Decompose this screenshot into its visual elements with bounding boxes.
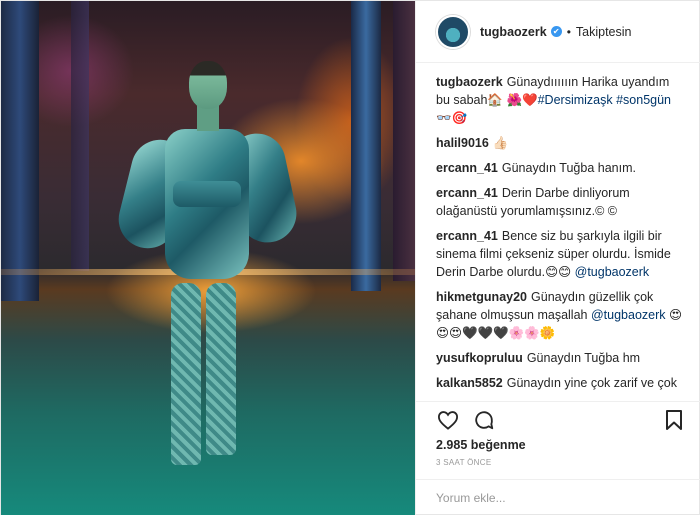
post-timestamp: 3 SAAT ÖNCE (436, 458, 492, 467)
comment-text: Günaydın Tuğba hanım. (501, 161, 636, 175)
comment-username[interactable]: halil9016 (436, 136, 489, 150)
comment-icon[interactable] (472, 408, 496, 432)
comment-item: ercann_41 Bence siz bu şarkıyla ilgili bi… (436, 227, 685, 281)
left-boot (171, 283, 201, 465)
action-icons (436, 404, 686, 436)
belt (173, 181, 241, 207)
person-figure (1, 1, 415, 515)
comment-item: yusufkopruluu Günaydın Tuğba hm (436, 349, 685, 367)
verified-badge-icon: ✔ (550, 26, 562, 37)
comment-text: 👍🏻 (492, 136, 509, 150)
comment-username[interactable]: kalkan5852 (436, 376, 503, 390)
comment-username[interactable]: hikmetgunay20 (436, 290, 527, 304)
comment-item: ercann_41 Günaydın Tuğba hanım. (436, 159, 685, 177)
heart-icon[interactable] (436, 408, 460, 432)
instagram-post: tugbaozerk ✔ • Takiptesin tugbaozerk Güna… (0, 0, 700, 515)
comment-item: kalkan5852 Günaydın yine çok zarif ve çok… (436, 374, 685, 393)
comment-username[interactable]: ercann_41 (436, 229, 498, 243)
right-boot (206, 283, 236, 455)
action-bar: 2.985 beğenme 3 SAAT ÖNCE (416, 401, 700, 467)
comment-item: ercann_41 Derin Darbe dinliyorum olağanüs… (436, 184, 685, 220)
like-count[interactable]: 2.985 beğenme (436, 438, 686, 452)
add-comment-bar (416, 479, 700, 515)
comment-list[interactable]: tugbaozerk Günaydıııııın Harika uyandım b… (416, 63, 700, 393)
comment-username[interactable]: tugbaozerk (436, 75, 503, 89)
mention-link[interactable]: @tugbaozerk (591, 308, 666, 322)
post-photo[interactable] (1, 1, 415, 515)
avatar[interactable] (436, 14, 470, 49)
post-header: tugbaozerk ✔ • Takiptesin (416, 1, 700, 63)
bookmark-icon[interactable] (662, 408, 686, 432)
comment-suffix: 👓🎯 (436, 111, 468, 125)
comment-username[interactable]: yusufkopruluu (436, 351, 523, 365)
caption-comment: tugbaozerk Günaydıııııın Harika uyandım b… (436, 73, 685, 127)
head (189, 61, 227, 109)
hashtag-link[interactable]: #Dersimizaşk #son5gün (538, 93, 671, 107)
comment-item: halil9016 👍🏻 (436, 134, 685, 152)
follow-status-button[interactable]: Takiptesin (576, 25, 632, 39)
separator-dot: • (566, 24, 571, 39)
owner-username[interactable]: tugbaozerk (480, 25, 547, 39)
mention-link[interactable]: @tugbaozerk (575, 265, 650, 279)
comment-username[interactable]: ercann_41 (436, 161, 498, 175)
comment-text: Günaydın Tuğba hm (526, 351, 641, 365)
comment-input[interactable] (436, 491, 686, 505)
comment-username[interactable]: ercann_41 (436, 186, 498, 200)
post-sidebar: tugbaozerk ✔ • Takiptesin tugbaozerk Güna… (415, 1, 700, 515)
comment-item: hikmetgunay20 Günaydın güzellik çok şahan… (436, 288, 685, 342)
